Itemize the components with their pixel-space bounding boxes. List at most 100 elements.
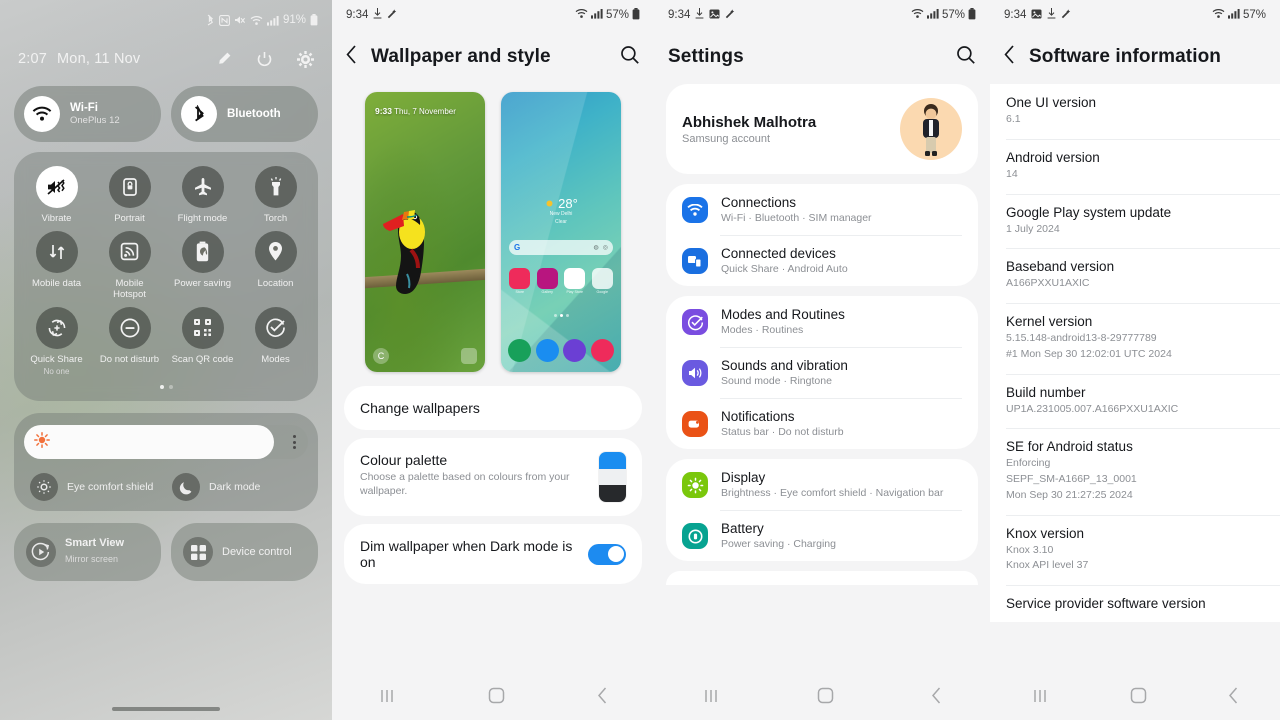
home-gesture-bar[interactable] (112, 707, 220, 711)
dark-mode-toggle[interactable]: Dark mode (166, 473, 308, 502)
list-item[interactable]: Service provider software version (990, 585, 1280, 622)
brightness-slider[interactable] (24, 425, 308, 460)
signal-icon (590, 8, 603, 22)
tile-power-saving[interactable]: Power saving (166, 230, 239, 301)
chevron-left-icon[interactable] (1004, 45, 1015, 69)
bluetooth-tile[interactable]: Bluetooth (171, 86, 318, 142)
tile-do-not-disturb[interactable]: Do not disturb (93, 306, 166, 377)
back-icon[interactable] (597, 687, 608, 709)
download-icon (695, 8, 704, 22)
settings-row-modes-and-routines[interactable]: Modes and Routines Modes · Routines (666, 296, 978, 347)
tile-mobile-hotspot[interactable]: Mobile Hotspot (93, 230, 166, 301)
clock: 2:07 (18, 51, 48, 67)
list-item[interactable]: Baseband version A166PXXU1AXIC (990, 248, 1280, 303)
tile-mobile-data[interactable]: Mobile data (20, 230, 93, 301)
list-item[interactable]: Kernel version 5.15.148-android13-8-2977… (990, 303, 1280, 374)
settings-row-notifications[interactable]: Notifications Status bar · Do not distur… (666, 398, 978, 449)
weather-condition: Clear (555, 218, 567, 225)
list-item[interactable]: SE for Android status Enforcing SEPF_SM-… (990, 428, 1280, 514)
back-icon[interactable] (931, 687, 942, 709)
tile-label: Do not disturb (99, 353, 160, 365)
dock-icon-camera (590, 339, 614, 362)
tile-torch[interactable]: Torch (239, 166, 312, 225)
brightness-fill (24, 425, 274, 460)
wifi-icon (250, 15, 263, 26)
app-grid: Store Gallery Play Store Google (507, 268, 615, 294)
recents-icon[interactable] (378, 688, 396, 709)
brightness-card: Eye comfort shield Dark mode (14, 413, 318, 512)
list-item[interactable]: Build number UP1A.231005.007.A166PXXU1AX… (990, 373, 1280, 429)
home-icon[interactable] (488, 687, 505, 709)
dim-wallpaper-card[interactable]: Dim wallpaper when Dark mode is on (344, 524, 642, 584)
software-information-screen: 9:34 57% Software information One UI ver… (990, 0, 1280, 720)
settings-row-sounds-and-vibration[interactable]: Sounds and vibration Sound mode · Ringto… (666, 347, 978, 398)
list-item[interactable]: Android version 14 (990, 138, 1280, 194)
item-value: 6.1 (1006, 113, 1021, 125)
eye-comfort-icon (30, 473, 58, 502)
dim-wallpaper-label: Dim wallpaper when Dark mode is on (360, 538, 573, 570)
app-icon-google-folder: Google (590, 268, 616, 294)
more-vertical-icon[interactable] (293, 435, 296, 450)
item-key: SE for Android status (1006, 439, 1133, 455)
app-label: Store (515, 290, 525, 294)
list-item[interactable]: Knox version Knox 3.10 Knox API level 37 (990, 514, 1280, 586)
signal-icon (266, 15, 279, 26)
recents-icon[interactable] (1031, 688, 1049, 709)
moon-icon (172, 473, 200, 502)
page-indicator[interactable] (20, 385, 312, 390)
status-bar: 91% (0, 0, 332, 40)
samsung-account-row[interactable]: Abhishek Malhotra Samsung account (666, 84, 978, 174)
settings-row-connections[interactable]: Connections Wi-Fi · Bluetooth · SIM mana… (666, 184, 978, 235)
tile-scan-qr-code[interactable]: Scan QR code (166, 306, 239, 377)
recents-icon[interactable] (702, 688, 720, 709)
rotation-lock-icon (108, 166, 151, 208)
lock-screen-preview[interactable]: 9:33 Thu, 7 November C (365, 92, 485, 372)
app-bar: Settings (654, 30, 990, 84)
next-group-partial (666, 571, 978, 585)
settings-row-battery[interactable]: Battery Power saving · Charging (666, 510, 978, 561)
google-logo-icon: G (514, 243, 521, 252)
wifi-icon (1212, 8, 1225, 22)
row-subtitle: Quick Share · Android Auto (721, 263, 848, 275)
eye-comfort-shield-toggle[interactable]: Eye comfort shield (24, 473, 166, 502)
tile-location[interactable]: Location (239, 230, 312, 301)
search-icon[interactable] (620, 45, 640, 70)
tile-label: Location (257, 277, 294, 289)
change-wallpapers-card[interactable]: Change wallpapers (344, 386, 642, 430)
smart-view-button[interactable]: Smart View Mirror screen (14, 523, 161, 582)
tile-portrait[interactable]: Portrait (93, 166, 166, 225)
search-icon[interactable] (956, 45, 976, 70)
colour-palette-card[interactable]: Colour palette Choose a palette based on… (344, 438, 642, 516)
hotspot-icon (108, 230, 151, 273)
qs-header: 2:07 Mon, 11 Nov (0, 40, 332, 78)
phone-icon: C (373, 348, 389, 364)
home-icon[interactable] (817, 687, 834, 709)
app-label: Play Store (566, 290, 584, 294)
power-icon[interactable] (256, 51, 273, 68)
pencil-icon[interactable] (216, 51, 232, 67)
chevron-left-icon[interactable] (346, 45, 357, 69)
tile-flight-mode[interactable]: Flight mode (166, 166, 239, 225)
magic-wand-icon (1061, 8, 1072, 22)
brightness-sun-icon (34, 431, 50, 453)
list-item[interactable]: Google Play system update 1 July 2024 (990, 193, 1280, 249)
colour-palette-swatch[interactable] (599, 452, 626, 502)
gear-icon[interactable] (297, 50, 314, 68)
item-value: UP1A.231005.007.A166PXXU1AXIC (1006, 402, 1179, 415)
tile-vibrate[interactable]: Vibrate (20, 166, 93, 225)
item-value: A166PXXU1AXIC (1006, 277, 1090, 290)
settings-row-display[interactable]: Display Brightness · Eye comfort shield … (666, 459, 978, 510)
back-icon[interactable] (1228, 687, 1239, 709)
home-screen-preview[interactable]: 28° New Delhi Clear G ◍ ◎ Store Gallery P… (501, 92, 621, 372)
settings-row-connected-devices[interactable]: Connected devices Quick Share · Android … (666, 235, 978, 286)
tile-modes[interactable]: Modes (239, 306, 312, 377)
item-key: Google Play system update (1006, 204, 1172, 220)
dim-wallpaper-toggle[interactable] (588, 543, 626, 565)
device-control-button[interactable]: Device control (171, 523, 318, 582)
home-icon[interactable] (1130, 687, 1147, 709)
quick-share-icon (35, 306, 78, 349)
tile-quick-share[interactable]: Quick Share No one (20, 306, 93, 376)
wifi-tile[interactable]: Wi-Fi OnePlus 12 (14, 86, 161, 142)
avatar[interactable] (900, 98, 962, 160)
list-item[interactable]: One UI version 6.1 (990, 84, 1280, 139)
